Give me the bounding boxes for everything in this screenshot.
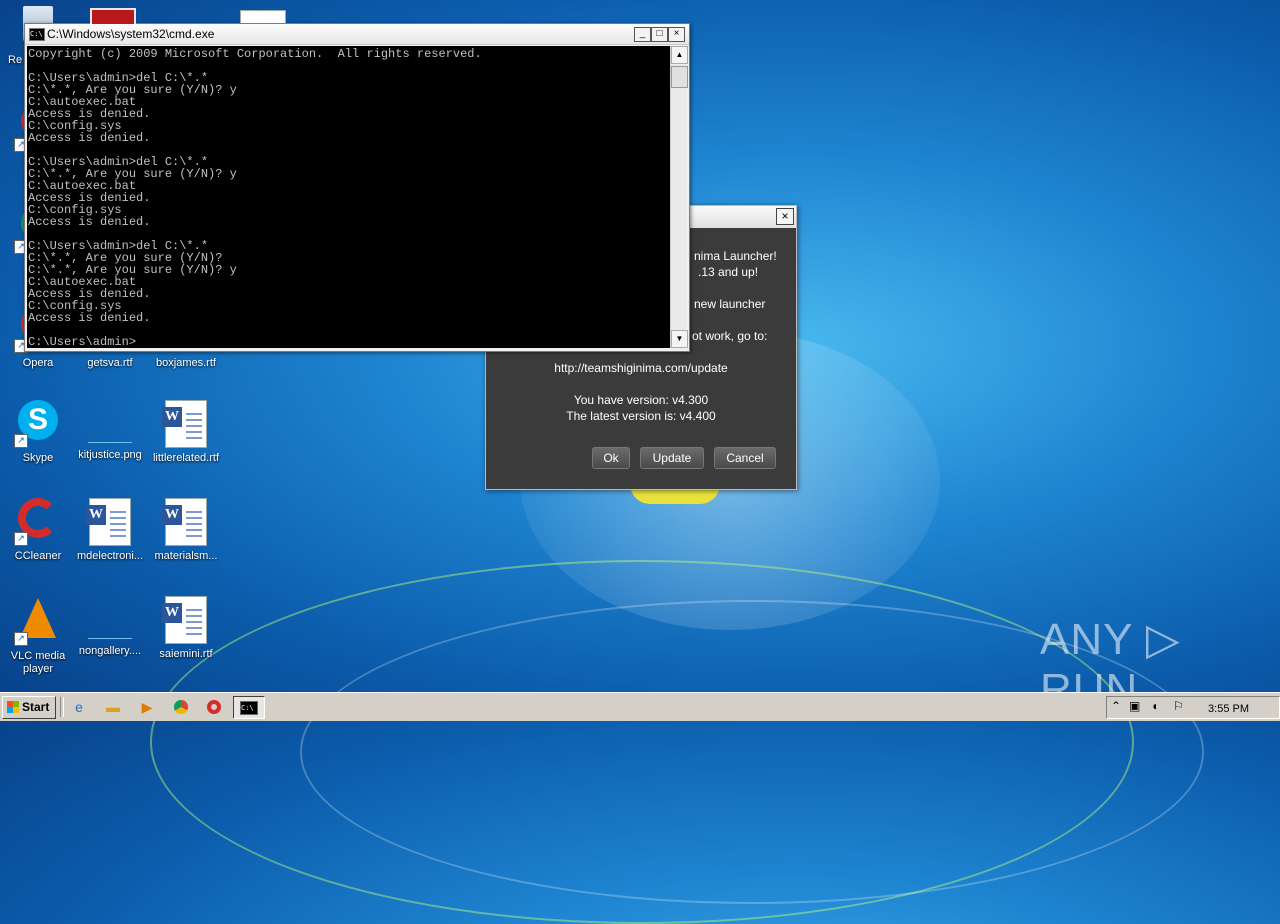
desktop-icon-partial-doc[interactable] — [240, 10, 286, 23]
desktop-icon-materialsm[interactable]: W materialsm... — [148, 498, 224, 562]
internet-explorer-icon[interactable]: e — [70, 698, 88, 716]
start-button[interactable]: Start — [2, 696, 56, 719]
desktop-icon-label: kitjustice.png — [78, 449, 142, 461]
desktop-icon-label: boxjames.rtf — [156, 357, 216, 369]
cancel-button[interactable]: Cancel — [714, 447, 776, 469]
desktop-icon-vlc[interactable]: ↗ VLC media player — [0, 596, 76, 676]
scroll-up-arrow-icon[interactable]: ▲ — [671, 46, 688, 64]
image-file-icon — [88, 616, 132, 639]
image-file-icon — [88, 420, 132, 443]
scroll-thumb[interactable] — [671, 66, 688, 88]
update-button[interactable]: Update — [640, 447, 704, 469]
system-tray: ⌃ ▣ ◖ ⚐ 3:55 PM — [1106, 696, 1280, 719]
start-label: Start — [22, 700, 50, 714]
launcher-current-version: You have version: v4.300 — [573, 393, 709, 407]
desktop-icon-label: CCleaner — [14, 550, 62, 562]
cmd-console-output[interactable]: Copyright (c) 2009 Microsoft Corporation… — [27, 46, 670, 348]
cmd-window: C:\ C:\Windows\system32\cmd.exe _ □ × Co… — [24, 23, 690, 352]
desktop-icon-label: getsva.rtf — [87, 357, 133, 369]
launcher-new-launcher-text: new launcher — [694, 297, 766, 311]
windows-logo-icon — [7, 701, 19, 713]
show-hidden-icons-icon[interactable]: ⌃ — [1111, 699, 1121, 713]
desktop-icon-label: materialsm... — [154, 550, 218, 562]
cmd-vertical-scrollbar[interactable]: ▲ ▼ — [670, 46, 688, 348]
desktop-icon-ccleaner[interactable]: ↗ CCleaner — [0, 498, 76, 562]
launcher-latest-version: The latest version is: v4.400 — [566, 409, 716, 423]
launcher-welcome-text: nima Launcher! — [694, 249, 777, 263]
close-button[interactable]: × — [668, 27, 685, 42]
desktop-icon-label: VLC media player — [10, 650, 66, 675]
desktop-icon-label: saiemini.rtf — [159, 648, 213, 660]
media-player-icon[interactable]: ▶ — [138, 698, 156, 716]
cmd-task-icon: C:\ — [240, 701, 258, 715]
desktop-icon-littlerelated[interactable]: W littlerelated.rtf — [148, 400, 224, 464]
chrome-icon[interactable] — [172, 698, 190, 716]
cmd-titlebar[interactable]: C:\ C:\Windows\system32\cmd.exe _ □ × — [25, 24, 689, 45]
taskbar: Start e ▬ ▶ C:\ ⌃ ▣ ◖ ⚐ 3:55 PM — [0, 692, 1280, 721]
desktop-icon-label: nongallery.... — [78, 645, 142, 657]
taskbar-cmd-button[interactable]: C:\ — [233, 696, 265, 719]
desktop-icon-label: Skype — [22, 452, 54, 464]
word-document-icon: W — [162, 596, 207, 644]
minimize-button[interactable]: _ — [634, 27, 651, 42]
action-center-flag-icon[interactable]: ⚐ — [1173, 699, 1184, 713]
taskbar-separator — [60, 697, 64, 717]
desktop-icon-saiemini[interactable]: W saiemini.rtf — [148, 596, 224, 660]
desktop-icon-label: littlerelated.rtf — [152, 452, 220, 464]
launcher-goto-text: ot work, go to: — [692, 329, 768, 343]
word-document-icon: W — [162, 400, 207, 448]
desktop-icon-label: Opera — [22, 357, 54, 369]
shortcut-arrow-icon: ↗ — [14, 434, 28, 448]
clock[interactable]: 3:55 PM — [1208, 703, 1249, 715]
desktop-icon-partial-top[interactable] — [90, 8, 136, 24]
volume-icon[interactable]: ◖ — [1151, 699, 1158, 713]
desktop-icon-nongallery[interactable]: nongallery.... — [72, 596, 148, 657]
cmd-app-icon: C:\ — [29, 28, 45, 41]
opera-icon[interactable] — [205, 698, 223, 716]
launcher-close-button[interactable]: × — [776, 208, 794, 225]
network-icon[interactable]: ▣ — [1129, 699, 1140, 713]
launcher-update-url[interactable]: http://teamshiginima.com/update — [486, 361, 796, 375]
shortcut-arrow-icon: ↗ — [14, 532, 28, 546]
desktop-icon-skype[interactable]: S ↗ Skype — [0, 400, 76, 464]
launcher-version-support-text: .13 and up! — [698, 265, 759, 279]
ok-button[interactable]: Ok — [592, 447, 630, 469]
scroll-down-arrow-icon[interactable]: ▼ — [671, 330, 688, 348]
desktop-icon-mdelectroni[interactable]: W mdelectroni... — [72, 498, 148, 562]
word-document-icon: W — [162, 498, 207, 546]
desktop-icon-label: mdelectroni... — [76, 550, 144, 562]
shortcut-arrow-icon: ↗ — [14, 632, 28, 646]
cmd-window-title: C:\Windows\system32\cmd.exe — [47, 27, 215, 41]
file-explorer-icon[interactable]: ▬ — [104, 698, 122, 716]
maximize-button[interactable]: □ — [651, 27, 668, 42]
desktop-icon-kitjustice[interactable]: kitjustice.png — [72, 400, 148, 461]
word-document-icon: W — [86, 498, 131, 546]
